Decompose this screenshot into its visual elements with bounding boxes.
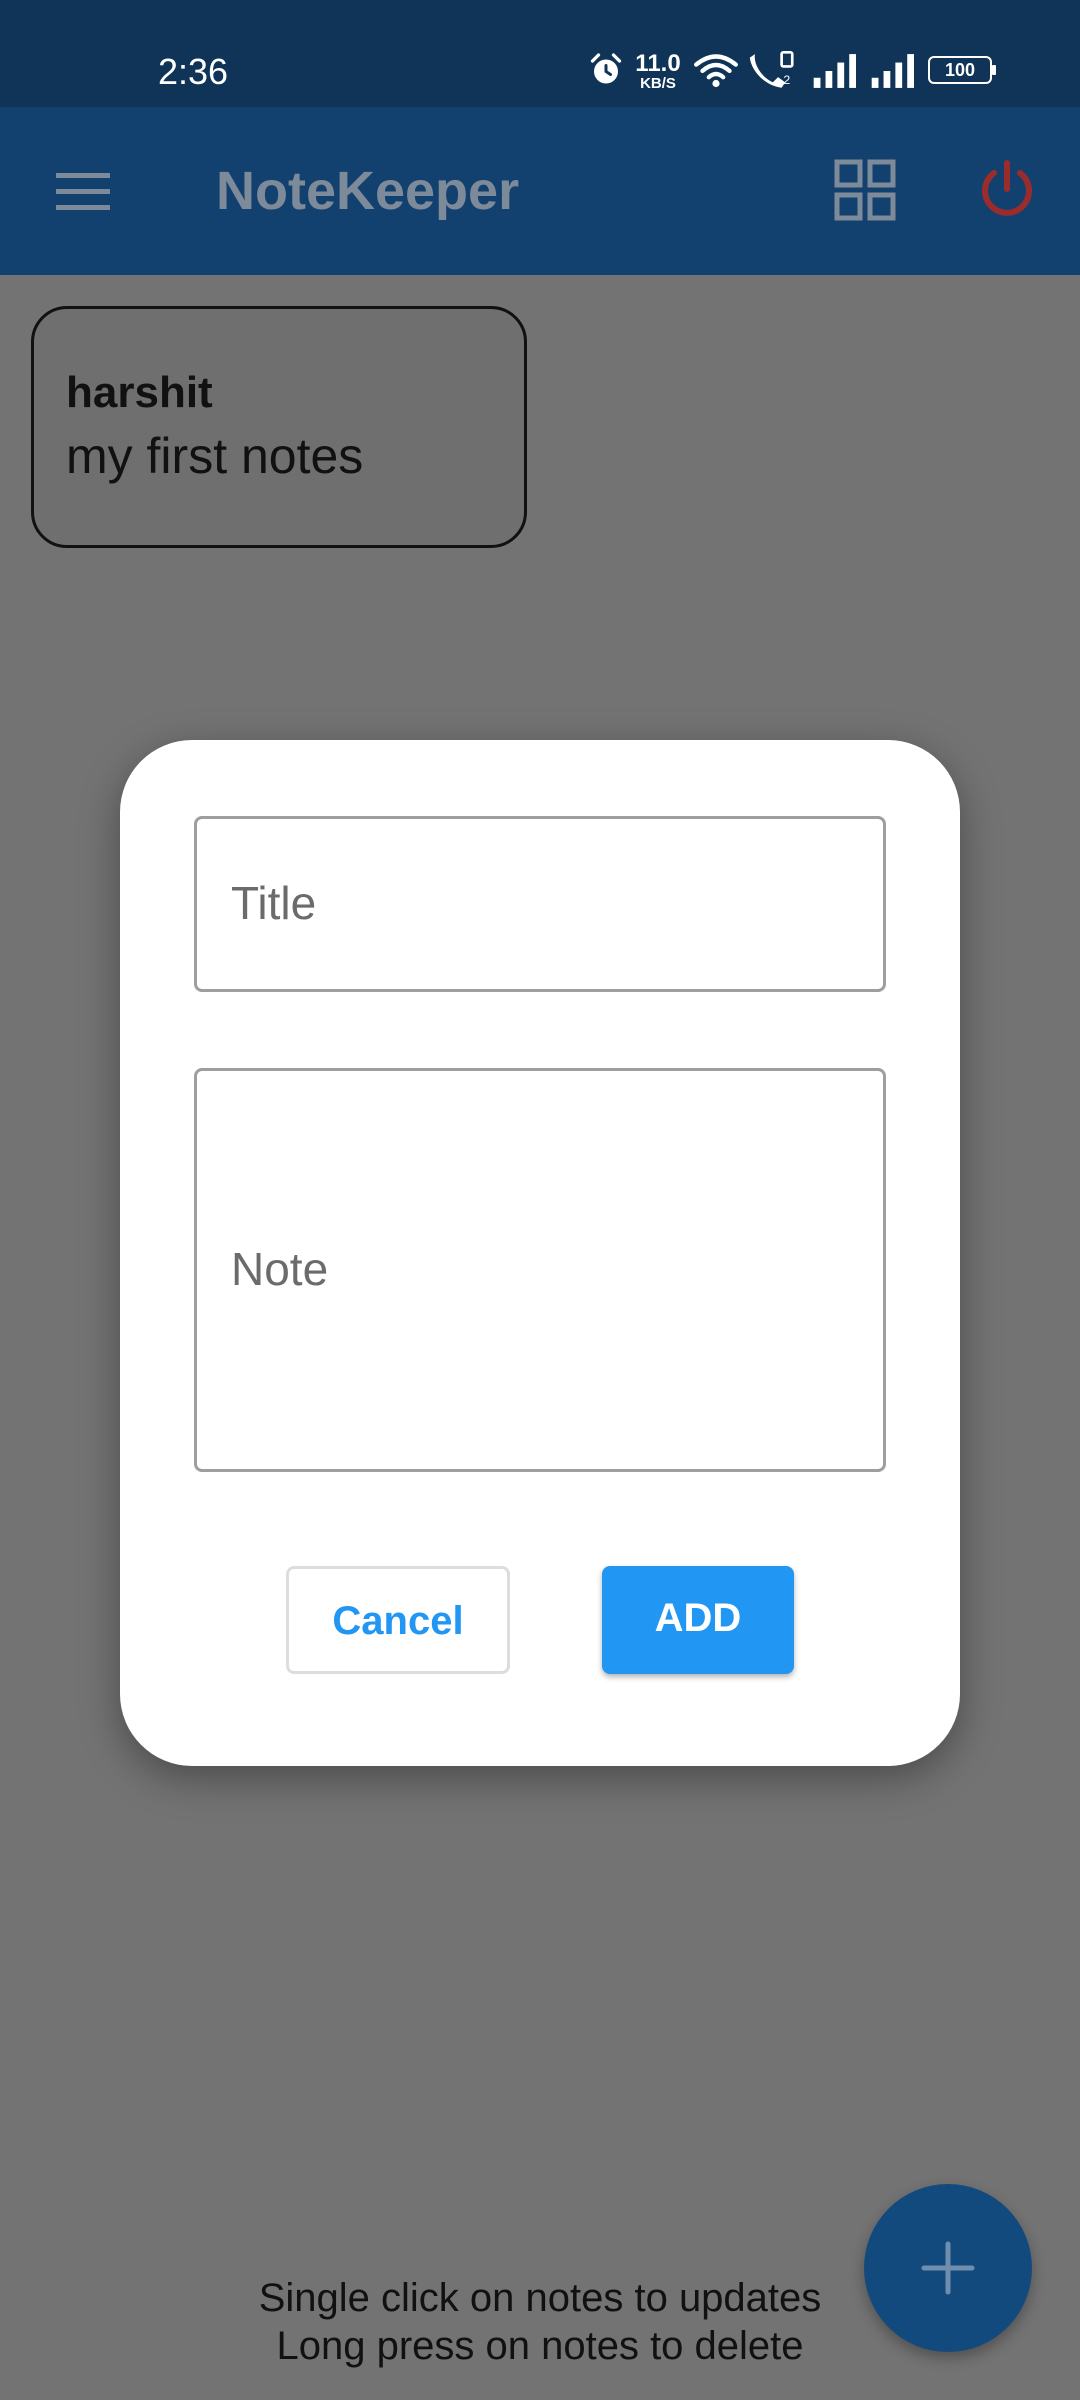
net-speed-unit: KB/S — [640, 75, 676, 92]
note-placeholder: Note — [231, 1243, 329, 1295]
status-bar: 2:36 11.0 KB/S 2 100 — [0, 0, 1080, 107]
note-title: harshit — [66, 368, 213, 417]
title-placeholder: Title — [231, 877, 317, 929]
note-body: my first notes — [66, 428, 364, 484]
power-button[interactable] — [976, 159, 1038, 221]
title-input[interactable]: Title — [194, 816, 886, 992]
net-speed-value: 11.0 — [635, 50, 681, 77]
note-card[interactable]: harshit my first notes — [31, 306, 527, 548]
add-icon — [921, 2241, 975, 2295]
battery-level: 100 — [944, 60, 976, 80]
alarm-icon — [590, 53, 622, 84]
signal-icon — [813, 54, 856, 88]
power-icon — [982, 160, 1032, 216]
grid-view-icon — [834, 159, 896, 221]
battery-icon: 100 — [928, 56, 996, 84]
add-note-dialog: Title Note Cancel ADD — [120, 740, 960, 1766]
note-input[interactable]: Note — [194, 1068, 886, 1472]
battery-tip — [992, 65, 996, 75]
add-note-fab[interactable] — [864, 2184, 1032, 2352]
svg-text:2: 2 — [783, 73, 790, 87]
cancel-button[interactable]: Cancel — [286, 1566, 510, 1674]
app-title: NoteKeeper — [216, 161, 520, 221]
add-button[interactable]: ADD — [602, 1566, 794, 1674]
wifi-icon — [694, 54, 738, 88]
menu-icon — [56, 173, 110, 210]
status-time: 2:36 — [158, 51, 229, 92]
net-speed: 11.0 KB/S — [634, 52, 682, 92]
grid-view-button[interactable] — [834, 159, 896, 221]
battery-fill: 100 — [933, 61, 987, 79]
app-bar: NoteKeeper — [0, 107, 1080, 275]
call-icon: 2 — [749, 50, 794, 88]
signal-icon — [871, 54, 914, 88]
menu-button[interactable] — [50, 165, 118, 217]
